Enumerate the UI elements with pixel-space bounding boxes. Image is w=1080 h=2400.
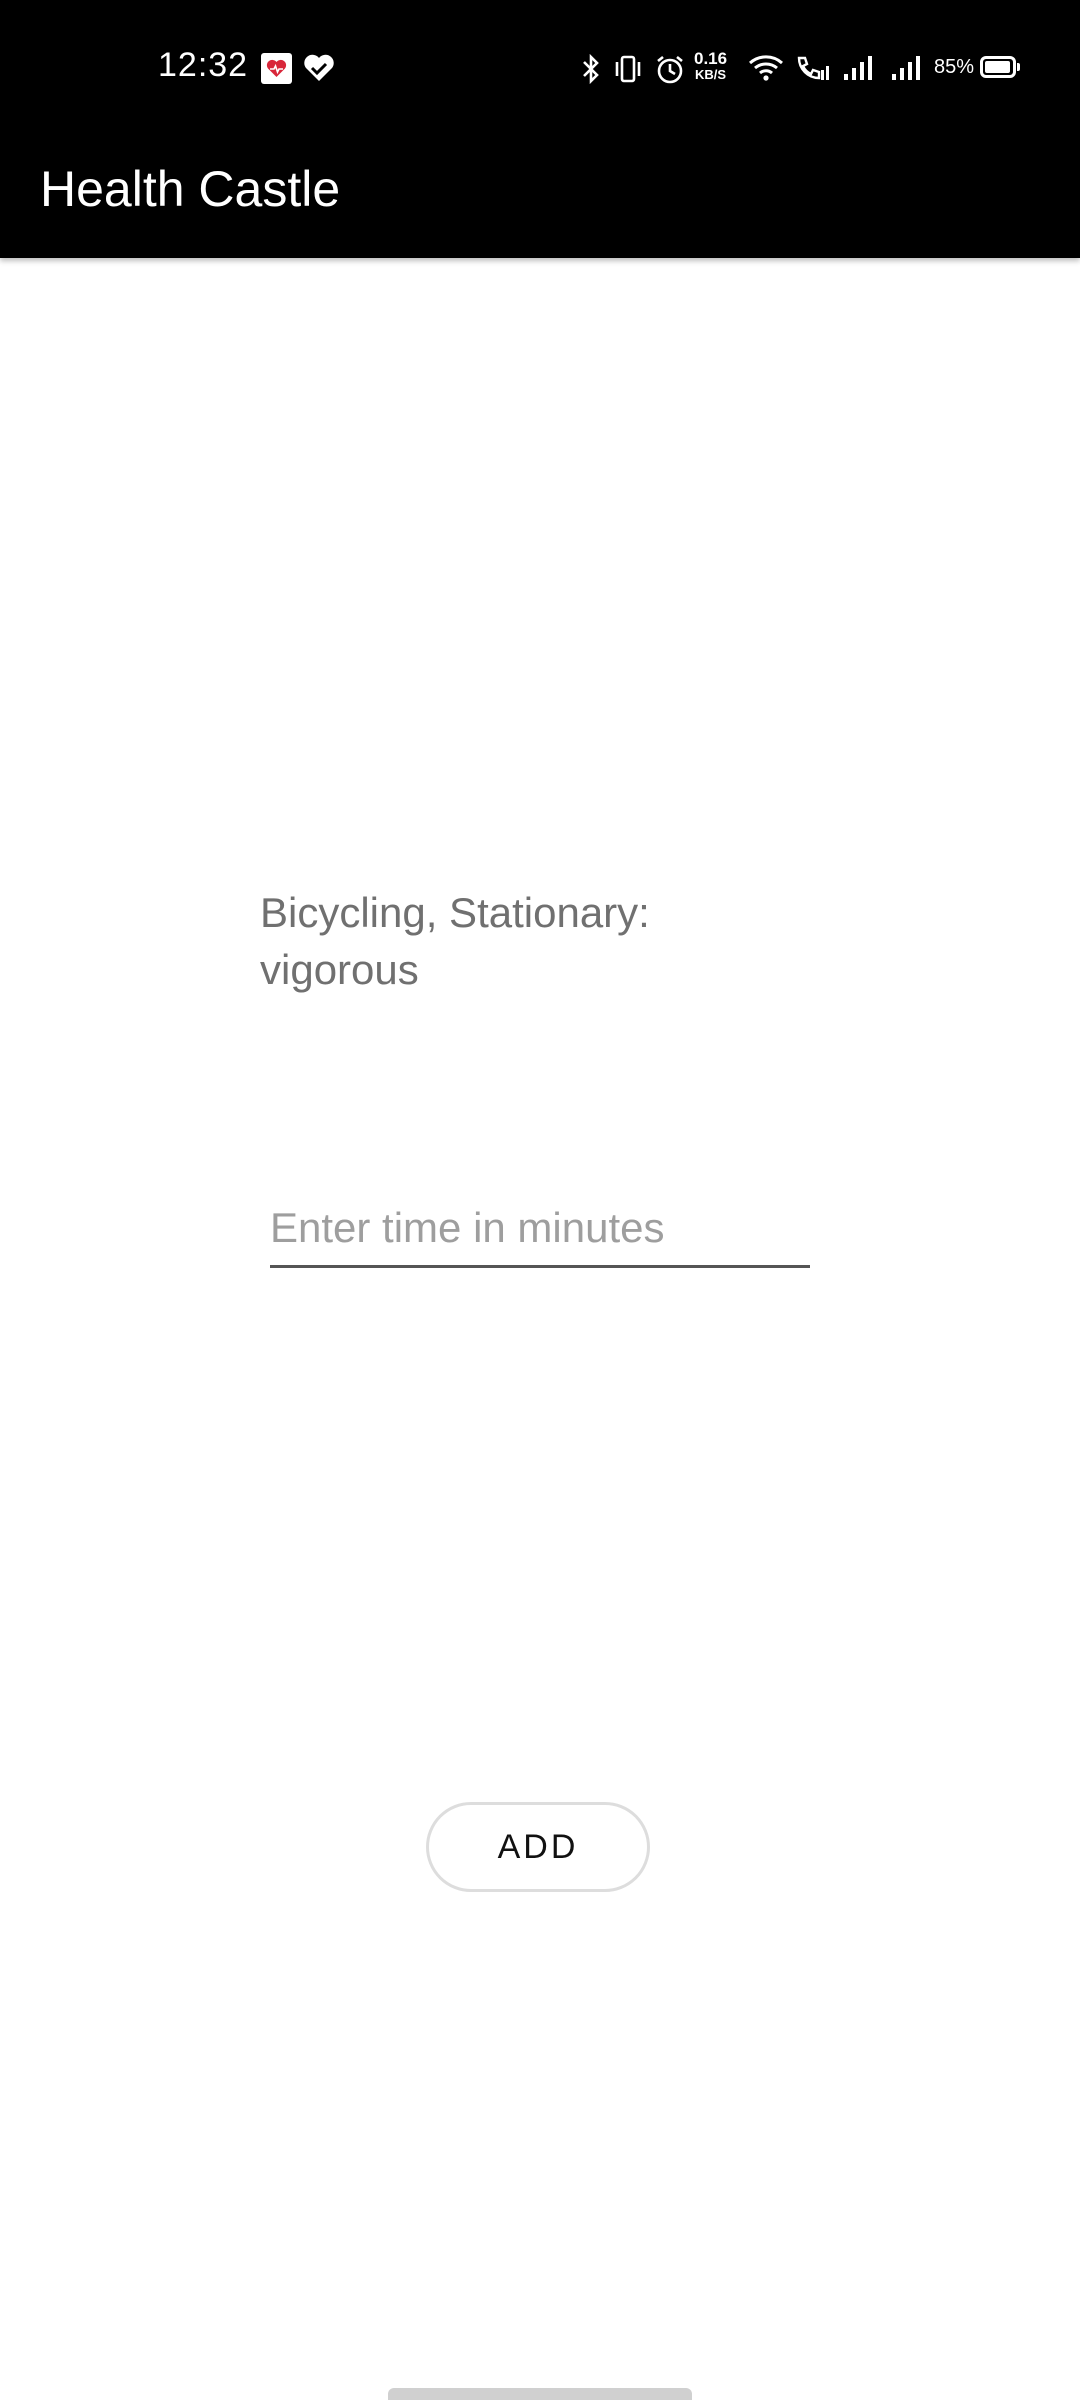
add-button[interactable]: ADD: [426, 1802, 650, 1892]
vibrate-icon: [612, 54, 644, 89]
activity-name: Bicycling, Stationary: vigorous: [260, 889, 650, 993]
alarm-icon: [654, 54, 686, 91]
wifi-icon: [748, 54, 784, 87]
time-minutes-input[interactable]: [270, 1198, 810, 1268]
signal-icon: [842, 54, 876, 87]
health-app-icon: [261, 53, 292, 84]
network-speed-value: 0.16: [694, 49, 728, 68]
heart-check-icon: [302, 52, 336, 84]
bluetooth-icon: [580, 53, 602, 89]
home-indicator[interactable]: [388, 2388, 692, 2400]
network-speed-unit: KB/S: [695, 67, 727, 82]
app-title: Health Castle: [40, 161, 341, 217]
battery-percent: 85%: [934, 56, 975, 78]
wifi-calling-icon: [794, 54, 830, 89]
app-bar: Health Castle: [0, 136, 1080, 258]
status-time: 12:32: [158, 46, 249, 84]
signal-icon: [890, 54, 924, 87]
battery-icon: [980, 56, 1020, 78]
network-speed: 0.16 KB/S: [694, 49, 728, 83]
status-bar: 12:32 0.16 KB/S 85%: [0, 0, 1080, 136]
